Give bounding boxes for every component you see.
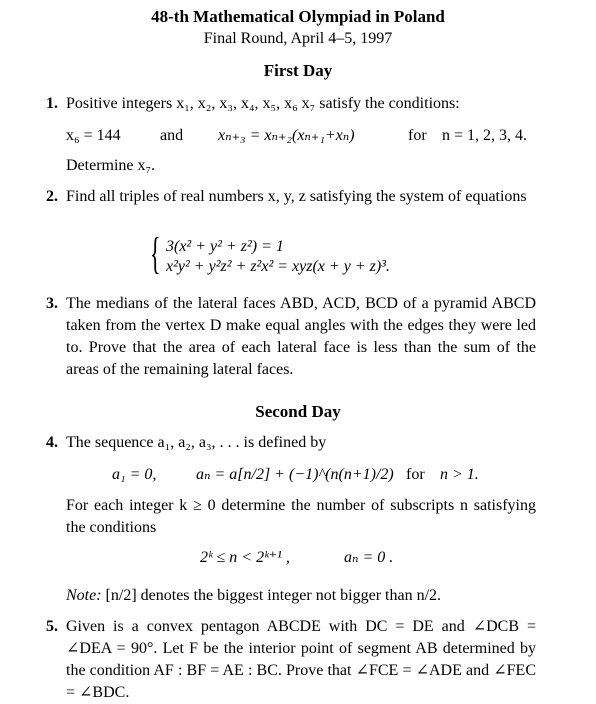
problem-1-conjunction: and bbox=[160, 127, 184, 144]
problem-4: 4. The sequence a₁, a₂, a₃, . . . is def… bbox=[46, 432, 536, 454]
problem-number: 1. bbox=[46, 95, 58, 112]
problem-5: 5. Given is a convex pentagon ABCDE with… bbox=[46, 616, 536, 704]
problem-3: 3. The medians of the lateral faces ABD,… bbox=[46, 293, 536, 381]
problem-1-for: for bbox=[408, 127, 427, 144]
problem-2-equation-1: 3(x² + y² + z²) = 1 bbox=[166, 238, 284, 255]
problem-number: 3. bbox=[46, 295, 58, 312]
problem-number: 4. bbox=[46, 434, 58, 451]
problem-1: 1. Positive integers x₁, x₂, x₃, x₄, x₅,… bbox=[46, 93, 536, 115]
problem-number: 2. bbox=[46, 188, 58, 205]
problem-4-definition-b: aₙ = a[n/2] + (−1)^(n(n+1)/2) bbox=[196, 466, 394, 483]
problem-4-condition-b: aₙ = 0 . bbox=[344, 549, 394, 566]
problem-4-body: For each integer k ≥ 0 determine the num… bbox=[46, 495, 536, 539]
document-title: 48-th Mathematical Olympiad in Poland bbox=[151, 7, 445, 26]
problem-1-condition-a: x₆ = 144 bbox=[66, 127, 121, 144]
note-text: [n/2] denotes the biggest integer not bi… bbox=[105, 587, 442, 604]
problem-1-intro: Positive integers x₁, x₂, x₃, x₄, x₅, x₆… bbox=[66, 95, 460, 112]
problem-2-text: Find all triples of real numbers x, y, z… bbox=[66, 188, 527, 205]
problem-1-question: Determine x₇. bbox=[66, 157, 156, 174]
day-heading-first: First Day bbox=[263, 61, 333, 80]
problem-4-condition-a: 2ᵏ ≤ n < 2ᵏ⁺¹ , bbox=[200, 549, 290, 566]
problem-4-definition-a: a₁ = 0, bbox=[112, 466, 157, 483]
day-heading-second: Second Day bbox=[255, 402, 341, 421]
problem-4-text: For each integer k ≥ 0 determine the num… bbox=[66, 497, 536, 536]
problem-4-for: for bbox=[406, 466, 425, 483]
problem-1-range: n = 1, 2, 3, 4. bbox=[442, 127, 528, 144]
problem-4-note: Note: [n/2] denotes the biggest integer … bbox=[66, 585, 441, 607]
problem-4-range: n > 1. bbox=[440, 466, 479, 483]
document-subtitle: Final Round, April 4–5, 1997 bbox=[203, 30, 393, 47]
problem-1-condition-b: xₙ₊₃ = xₙ₊₂(xₙ₊₁+xₙ) bbox=[218, 127, 355, 144]
problem-3-text: The medians of the lateral faces ABD, AC… bbox=[66, 295, 536, 378]
problem-number: 5. bbox=[46, 618, 58, 635]
note-label: Note: bbox=[66, 587, 102, 604]
problem-2-equation-2: x²y² + y²z² + z²x² = xyz(x + y + z)³. bbox=[166, 258, 390, 275]
problem-4-intro: The sequence a₁, a₂, a₃, . . . is define… bbox=[66, 434, 327, 451]
problem-5-text: Given is a convex pentagon ABCDE with DC… bbox=[66, 618, 536, 701]
left-brace: { bbox=[150, 229, 161, 278]
problem-2: 2. Find all triples of real numbers x, y… bbox=[46, 186, 536, 208]
